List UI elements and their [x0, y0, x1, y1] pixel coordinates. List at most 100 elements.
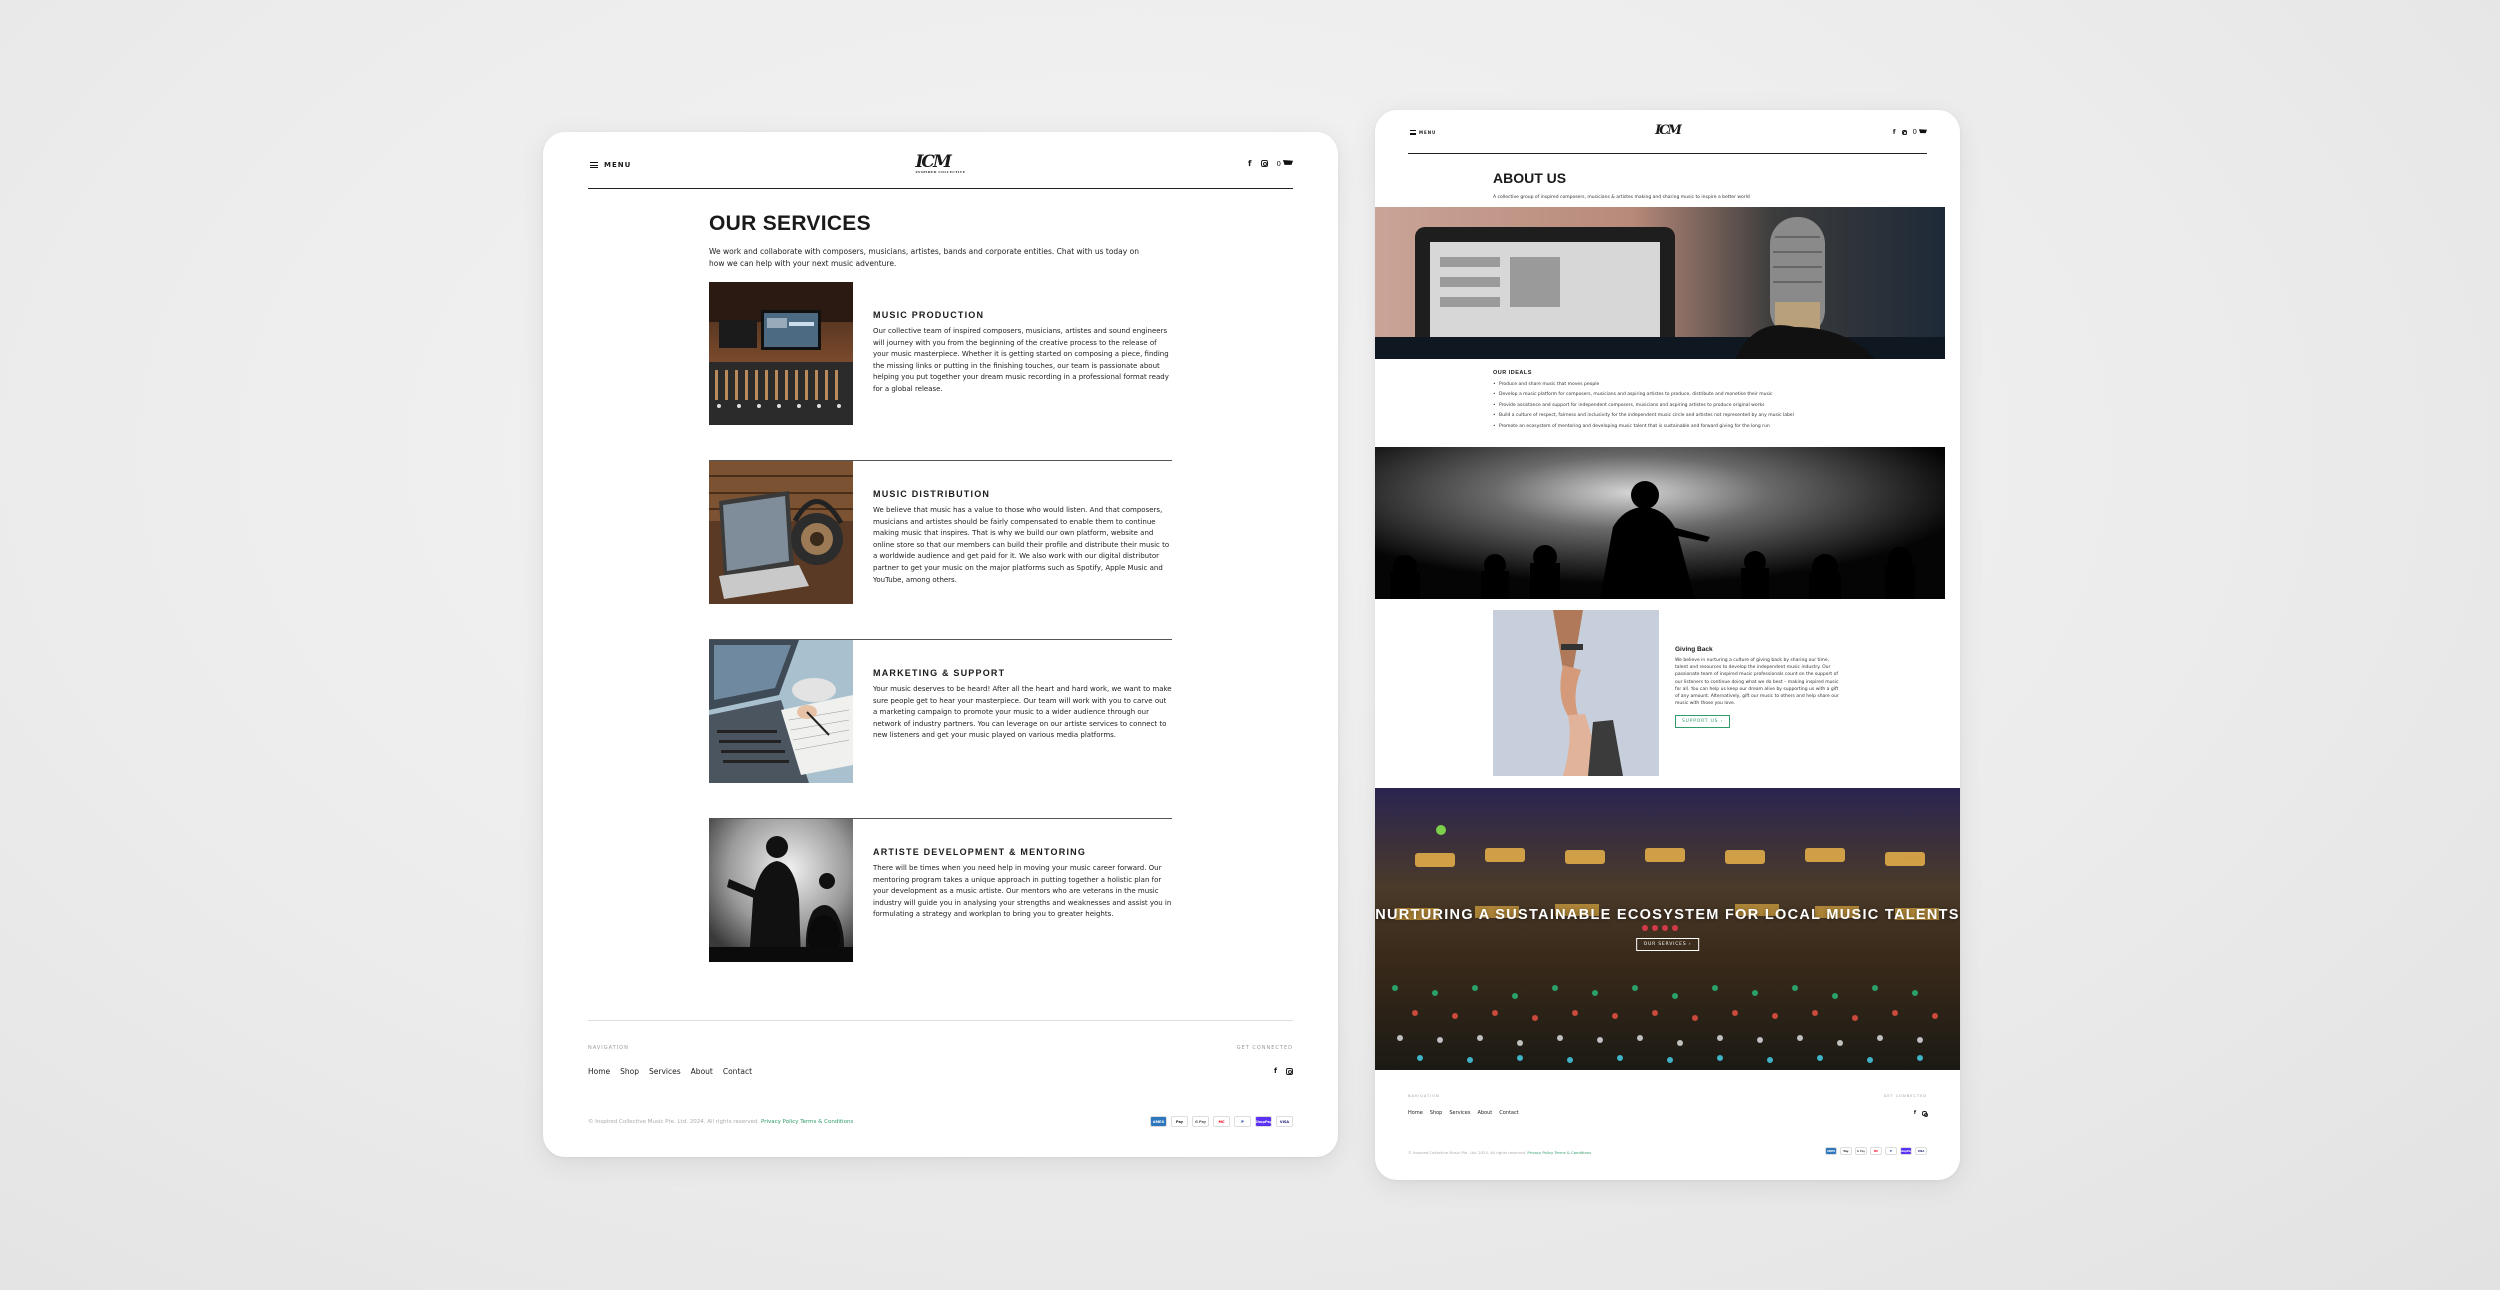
header-icons: f 0 [1248, 159, 1293, 168]
facebook-icon[interactable]: f [1914, 1110, 1916, 1116]
shop-pay-icon: ShopPay [1255, 1116, 1272, 1127]
page-title: ABOUT US [1493, 170, 1567, 186]
laptop-planning-photo [709, 640, 853, 783]
musicians-silhouette-photo [709, 819, 853, 962]
footer-link-about[interactable]: About [691, 1067, 713, 1076]
facebook-icon[interactable]: f [1248, 159, 1251, 168]
footer-nav-label: NAVIGATION [588, 1045, 629, 1051]
footer-link-contact[interactable]: Contact [1499, 1110, 1518, 1116]
visa-icon: VISA [1276, 1116, 1293, 1127]
visa-icon: VISA [1915, 1147, 1927, 1155]
footer-link-services[interactable]: Services [649, 1067, 681, 1076]
service-description: Your music deserves to be heard! After a… [873, 685, 1172, 740]
site-logo[interactable]: ICM [1655, 123, 1682, 138]
microphone-banner-photo [1375, 207, 1945, 359]
cart-button[interactable]: 0 [1913, 128, 1927, 136]
chevron-right-icon: › [1720, 719, 1724, 725]
amex-icon: AMEX [1825, 1147, 1837, 1155]
our-ideals: OUR IDEALS Produce and share music that … [1493, 370, 1893, 432]
footer-connect-label: GET CONNECTED [1883, 1094, 1927, 1098]
list-item: Produce and share music that moves peopl… [1493, 380, 1893, 391]
payment-icons: AMEX Pay G Pay MC P ShopPay VISA [1825, 1147, 1927, 1155]
menu-label: MENU [1419, 130, 1437, 135]
footer-link-shop[interactable]: Shop [620, 1067, 639, 1076]
giving-description: We believe in nurturing a culture of giv… [1675, 658, 1839, 707]
about-page-card: MENU ICM f 0 ABOUT US A collective group… [1375, 110, 1960, 1180]
service-description: Our collective team of inspired composer… [873, 327, 1169, 393]
cart-button[interactable]: 0 [1277, 160, 1293, 168]
apple-pay-icon: Pay [1171, 1116, 1188, 1127]
service-text: MUSIC DISTRIBUTION We believe that music… [873, 489, 1172, 586]
giving-back-text: Giving Back We believe in nurturing a cu… [1675, 646, 1840, 729]
about-subtitle: A collective group of inspired composers… [1493, 195, 1750, 200]
page-title: OUR SERVICES [709, 212, 871, 235]
footer-links: Home Shop Services About Contact [1408, 1110, 1519, 1116]
footer-link-about[interactable]: About [1477, 1110, 1492, 1116]
list-item: Develop a music platform for composers, … [1493, 390, 1893, 401]
hamburger-icon [590, 162, 598, 168]
mastercard-icon: MC [1213, 1116, 1230, 1127]
copyright: © Inspired Collective Music Pte. Ltd. 20… [1408, 1150, 1591, 1155]
giving-back-section: Giving Back We believe in nurturing a cu… [1493, 610, 1873, 776]
apple-pay-icon: Pay [1840, 1147, 1852, 1155]
service-title: MARKETING & SUPPORT [873, 668, 1006, 678]
terms-link[interactable]: Terms & Conditions [1555, 1150, 1592, 1155]
menu-button[interactable]: MENU [590, 161, 631, 169]
footer-social: f [1274, 1067, 1293, 1075]
service-title: ARTISTE DEVELOPMENT & MENTORING [873, 847, 1087, 857]
support-us-button[interactable]: SUPPORT US › [1675, 715, 1731, 729]
footer-link-home[interactable]: Home [1408, 1110, 1423, 1116]
service-description: There will be times when you need help i… [873, 864, 1172, 919]
footer-link-shop[interactable]: Shop [1430, 1110, 1443, 1116]
footer-nav-label: NAVIGATION [1408, 1094, 1440, 1098]
menu-button[interactable]: MENU [1410, 130, 1436, 135]
logo-text: ICM [1655, 123, 1682, 138]
google-pay-icon: G Pay [1192, 1116, 1209, 1127]
chevron-right-icon: › [1688, 942, 1692, 947]
facebook-icon[interactable]: f [1274, 1067, 1277, 1075]
ideals-title: OUR IDEALS [1493, 370, 1532, 376]
footer-links: Home Shop Services About Contact [588, 1067, 752, 1076]
cart-icon [1283, 160, 1293, 165]
logo-text: ICM [915, 152, 951, 172]
mastercard-icon: MC [1870, 1147, 1882, 1155]
our-services-button[interactable]: OUR SERVICES › [1635, 938, 1700, 951]
services-page-card: MENU ICM INSPIRED COLLECTIVE f 0 OUR SER… [543, 132, 1338, 1157]
instagram-icon[interactable] [1922, 1110, 1929, 1117]
list-item: Promote an ecosystem of mentoring and de… [1493, 422, 1893, 433]
footer-link-home[interactable]: Home [588, 1067, 610, 1076]
instagram-icon[interactable] [1260, 160, 1268, 167]
service-text: ARTISTE DEVELOPMENT & MENTORING There wi… [873, 847, 1172, 921]
payment-icons: AMEX Pay G Pay MC P ShopPay VISA [1150, 1116, 1293, 1127]
mixing-console-photo [1375, 788, 1960, 1070]
service-item-distribution: MUSIC DISTRIBUTION We believe that music… [709, 461, 1172, 640]
service-title: MUSIC PRODUCTION [873, 310, 985, 320]
terms-link[interactable]: Terms & Conditions [800, 1119, 853, 1125]
menu-label: MENU [604, 161, 632, 169]
footer-social: f [1914, 1110, 1929, 1117]
paypal-icon: P [1885, 1147, 1897, 1155]
privacy-link[interactable]: Privacy Policy [1527, 1150, 1553, 1155]
instagram-icon[interactable] [1286, 1067, 1293, 1075]
footer-connect-label: GET CONNECTED [1236, 1045, 1293, 1051]
privacy-link[interactable]: Privacy Policy [761, 1119, 798, 1125]
header-icons: f 0 [1893, 128, 1927, 136]
hero-banner: NURTURING A SUSTAINABLE ECOSYSTEM FOR LO… [1375, 788, 1960, 1070]
helping-hands-photo [1493, 610, 1659, 776]
site-logo[interactable]: ICM INSPIRED COLLECTIVE [915, 152, 965, 174]
footer-link-services[interactable]: Services [1449, 1110, 1470, 1116]
cart-count: 0 [1912, 128, 1917, 136]
concert-crowd-banner-photo [1375, 447, 1945, 599]
site-footer: NAVIGATION GET CONNECTED Home Shop Servi… [588, 1020, 1293, 1127]
our-services-label: OUR SERVICES [1643, 942, 1687, 947]
google-pay-icon: G Pay [1855, 1147, 1867, 1155]
facebook-icon[interactable]: f [1893, 129, 1896, 136]
laptop-headphones-photo [709, 461, 853, 604]
list-item: Build a culture of respect, fairness and… [1493, 411, 1893, 422]
site-header: MENU ICM INSPIRED COLLECTIVE f 0 [588, 144, 1293, 189]
copyright-text: © Inspired Collective Music Pte. Ltd. 20… [1408, 1150, 1527, 1155]
service-text: MUSIC PRODUCTION Our collective team of … [873, 310, 1172, 396]
footer-link-contact[interactable]: Contact [723, 1067, 752, 1076]
studio-console-photo [709, 282, 853, 425]
instagram-icon[interactable] [1901, 129, 1907, 135]
